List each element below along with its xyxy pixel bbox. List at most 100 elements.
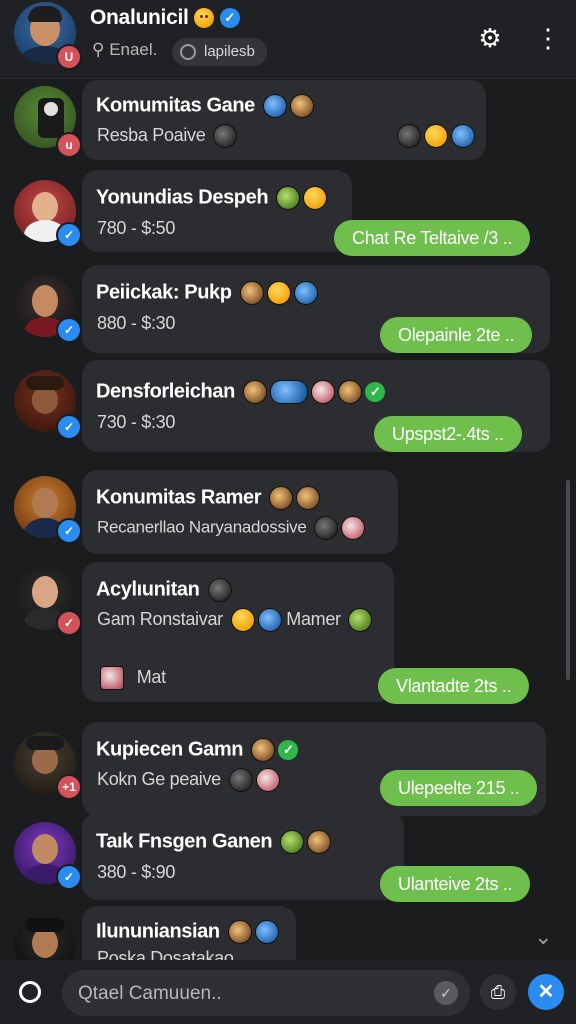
status-pill[interactable]: Upspst2-.4ts .. [374,416,522,452]
chevron-down-icon[interactable]: ⌄ [534,924,552,950]
chip-icon [180,44,196,60]
message-card[interactable] [82,170,352,252]
verified-badge: ✓ [56,864,82,890]
scrollbar[interactable] [566,480,570,680]
sticker-icon [276,186,301,210]
status-pill[interactable]: Vlantadte 2ts .. [378,668,530,704]
sticker-icon [228,768,253,792]
status-pill[interactable]: Chat Re Teltaive /3 .. [334,220,531,256]
avatar-emoji-icon [293,281,318,305]
sticker-icon [255,768,280,792]
message-preview: Resba Poaive [97,124,238,148]
filter-chip[interactable]: lapilesb [172,38,267,66]
clip-icon: ⎙ [490,982,506,1002]
check-icon: ✓ [365,382,386,402]
contact-name: Komumitas Gane [96,94,315,118]
avatar-emoji-icon [338,380,363,404]
message-preview: Gam Ronstaivar Mamer [97,608,373,632]
verified-badge: ✓ [56,222,82,248]
list-item[interactable]: ✓ Taık Fnsgen Ganen 380 - $:90 Ulanteive… [0,812,576,907]
avatar-emoji-icon [290,94,315,118]
avatar-emoji-icon [311,380,336,404]
close-icon: ✕ [537,981,555,1003]
avatar-emoji-icon [254,920,279,944]
search-field[interactable]: ⚲ Enael. [92,40,157,60]
avatar [14,914,76,960]
circle-icon [19,980,41,1003]
status-badge: +1 [56,774,82,800]
attach-button[interactable]: ⎙ [480,974,516,1010]
message-preview: Poska Dosatakao [97,948,234,960]
contact-name: Yonundias Despeh [96,186,328,210]
contact-name: Kupiecen Gamn ✓ [96,738,299,762]
contact-name: Acylıunitan [96,578,232,602]
list-item[interactable]: ✓ Densforleichan ✓ 730 - $:30 Upspst2-.4… [0,360,576,460]
compose-bar: ✓ ⎙ ✕ [0,960,576,1024]
message-card[interactable] [82,812,404,900]
avatar-emoji-icon [263,94,288,118]
verified-badge: ✓ [56,317,82,343]
status-pill[interactable]: Olepainle 2te .. [380,317,533,353]
avatar-emoji-icon [269,486,294,510]
app-title: Onalunicil ✓ [90,6,240,30]
message-preview: 880 - $:30 [97,313,176,333]
reaction-icon [451,124,475,148]
reaction-group [394,124,475,148]
avatar-emoji-icon [307,830,332,854]
camera-button[interactable] [12,974,48,1010]
list-item[interactable]: ✓ Acylıunitan Gam Ronstaivar Mamer Mat V… [0,562,576,722]
status-pill[interactable]: Ulepeelte 215 .. [380,770,538,806]
sticker-icon [340,516,365,540]
sticker-icon [270,380,309,404]
more-vert-icon[interactable]: ⋮ [530,20,566,56]
avatar-emoji-icon [227,920,252,944]
check-circle-icon[interactable]: ✓ [434,981,458,1005]
message-preview: 780 - $:50 [97,218,176,238]
attachment-line: Mat [97,666,166,690]
check-icon: ✓ [278,740,299,760]
list-item[interactable]: +1 Kupiecen Gamn ✓ Kokn Ge peaive Ulepee… [0,722,576,822]
sticker-icon [207,578,232,602]
list-item[interactable]: u Komumitas Gane Resba Poaive [0,80,576,170]
list-item[interactable]: ✓ Konumitas Ramer Recanerllao Naryanados… [0,470,576,560]
list-item[interactable]: Ilununiansian Poska Dosatakao ⌄ [0,906,576,960]
sticker-icon [313,516,338,540]
message-preview: 730 - $:30 [97,412,176,432]
verified-badge: ✓ [56,414,82,440]
avatar-emoji-icon [296,486,321,510]
reaction-icon [397,124,421,148]
contact-name: Konumitas Ramer [96,486,321,510]
search-icon: ⚲ [92,40,105,59]
message-input[interactable] [76,970,430,1018]
contact-name: Ilununiansian [96,920,279,944]
message-card[interactable] [82,80,486,160]
contact-name: Peiickak: Pukp [96,281,318,305]
profile-badge: U [56,44,82,70]
list-item[interactable]: ✓ Yonundias Despeh 780 - $:50 Chat Re Te… [0,170,576,265]
message-card[interactable] [82,470,398,554]
status-badge: ✓ [56,610,82,636]
sticker-icon [348,608,373,632]
message-preview: Recanerllao Naryanadossive [97,516,365,540]
emoji-icon [266,281,291,305]
reaction-emoji-icon [424,124,448,148]
contact-name: Densforleichan ✓ [96,380,386,404]
contact-name: Taık Fnsgen Ganen [96,830,332,854]
send-button[interactable]: ✕ [528,974,564,1010]
image-thumb-icon [100,666,124,690]
status-pill[interactable]: Ulanteive 2ts .. [380,866,531,902]
sticker-icon [213,124,238,148]
status-badge: u [56,132,82,158]
message-preview: 380 - $:90 [97,862,176,882]
app-header: U Onalunicil ✓ ⚲ Enael. lapilesb ⚙ ⋮ [0,0,576,79]
emoji-icon [230,608,255,632]
verified-badge: ✓ [56,518,82,544]
list-item[interactable]: ✓ Peiickak: Pukp 880 - $:30 Olepainle 2t… [0,265,576,360]
gear-icon[interactable]: ⚙ [472,20,508,56]
message-input-wrap[interactable]: ✓ [62,970,470,1018]
message-preview: Kokn Ge peaive [97,768,280,792]
emoji-icon [303,186,328,210]
avatar-emoji-icon [243,380,268,404]
sticker-icon [257,608,282,632]
avatar-emoji-icon [239,281,264,305]
